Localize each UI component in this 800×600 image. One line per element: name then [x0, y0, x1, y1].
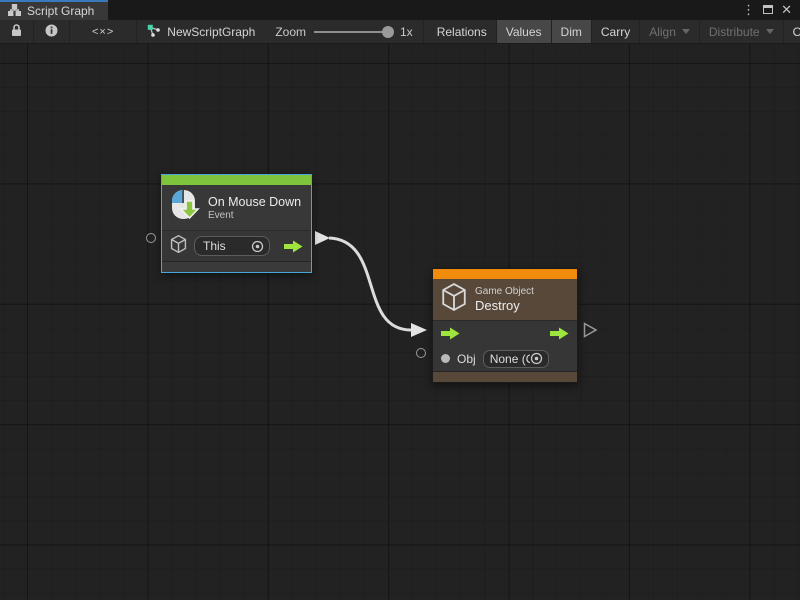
wire-end-arrowhead [411, 323, 427, 337]
destroy-flow-output-port[interactable] [585, 324, 597, 337]
wire-source-arrowhead [315, 231, 330, 245]
destroy-obj-input-port[interactable] [416, 348, 426, 358]
tab-title: Script Graph [27, 4, 94, 18]
destroy-accent-bar [433, 269, 577, 279]
target-object-value: This [203, 239, 226, 253]
graph-hierarchy-icon [8, 4, 21, 19]
toolbar-button-carry[interactable]: Carry [592, 20, 640, 43]
event-accent-bar [162, 175, 311, 185]
flow-input-port[interactable] [441, 327, 460, 340]
obj-object-value: None (O [490, 352, 530, 366]
zoom-control: Zoom 1x [265, 20, 422, 43]
node-footer [162, 261, 311, 272]
connection-wire[interactable] [329, 238, 411, 330]
node-header: Game Object Destroy [433, 279, 577, 320]
toolbar-button-dim[interactable]: Dim [552, 20, 592, 43]
window-menu-icon[interactable]: ⋮ [742, 0, 755, 20]
code-preview-button[interactable]: <×> [70, 20, 137, 43]
window-controls: ⋮ ✕ [742, 0, 800, 20]
event-target-input-port[interactable] [146, 233, 156, 243]
lock-button[interactable] [0, 20, 34, 43]
tab-bar: Script Graph ⋮ ✕ [0, 0, 800, 20]
toolbar-button-overview[interactable]: Overview [784, 20, 800, 43]
node-destroy[interactable]: Game Object Destroy [432, 268, 578, 383]
toolbar-button-relations[interactable]: Relations [428, 20, 497, 43]
zoom-slider[interactable] [314, 25, 392, 39]
node-category: Game Object [475, 286, 534, 297]
graph-canvas[interactable]: On Mouse Down Event This [0, 44, 800, 600]
wire-layer [0, 44, 800, 600]
graph-toolbar: <×> NewScriptGraph Zoom 1x [0, 20, 800, 44]
tab-script-graph[interactable]: Script Graph [0, 0, 108, 20]
flow-output-port[interactable] [284, 240, 303, 253]
node-footer [433, 371, 577, 382]
close-icon[interactable]: ✕ [781, 0, 792, 20]
maximize-icon[interactable] [763, 1, 773, 19]
zoom-value: 1x [400, 25, 413, 39]
chevron-down-icon [766, 29, 774, 34]
info-icon [45, 24, 58, 40]
mouse-down-event-icon [170, 189, 200, 226]
node-header: On Mouse Down Event [162, 185, 311, 230]
zoom-label: Zoom [275, 25, 306, 39]
object-picker-icon[interactable] [530, 352, 543, 365]
flow-output-arrow[interactable] [550, 327, 569, 340]
obj-param-label: Obj [457, 352, 476, 366]
graph-name-label: NewScriptGraph [167, 25, 255, 39]
game-object-icon [441, 283, 467, 316]
game-object-icon [170, 235, 187, 258]
node-subtitle: Event [208, 210, 301, 221]
script-graph-window: Script Graph ⋮ ✕ [0, 0, 800, 600]
toolbar-button-align[interactable]: Align [640, 20, 700, 43]
node-on-mouse-down[interactable]: On Mouse Down Event This [161, 174, 312, 273]
obj-object-field[interactable]: None (O [483, 350, 549, 368]
obj-value-port-dot[interactable] [441, 354, 450, 363]
toolbar-button-distribute[interactable]: Distribute [700, 20, 784, 43]
info-button[interactable] [34, 20, 70, 43]
graph-asset-icon [147, 24, 161, 40]
node-title: Destroy [475, 298, 534, 313]
node-title: On Mouse Down [208, 195, 301, 209]
lock-icon [11, 24, 22, 40]
code-icon: <×> [92, 26, 114, 38]
graph-reference-button[interactable]: NewScriptGraph [137, 20, 265, 43]
target-object-field[interactable]: This [194, 236, 270, 256]
toolbar-button-values[interactable]: Values [497, 20, 552, 43]
zoom-slider-handle[interactable] [382, 26, 394, 38]
object-picker-icon[interactable] [251, 240, 264, 253]
chevron-down-icon [682, 29, 690, 34]
